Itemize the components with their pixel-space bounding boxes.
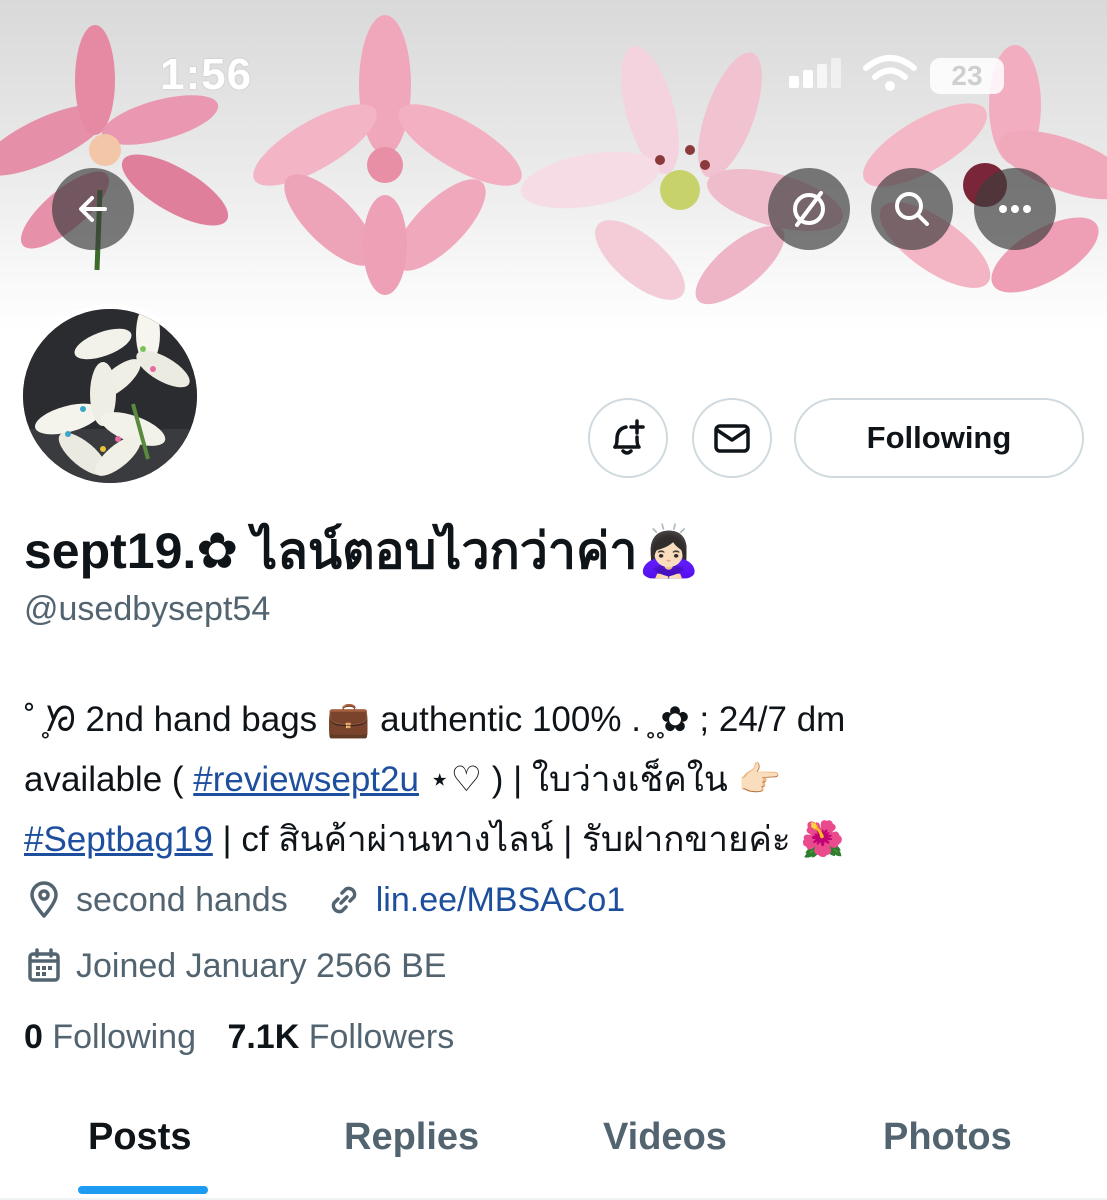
bio-text: available ( [24, 760, 194, 799]
status-bar: 1:56 23 [0, 0, 1107, 150]
followers-label: Followers [308, 1018, 455, 1056]
bio-line-1: ˚ ̥ᘞ 2nd hand bags 💼 authentic 100% . ̥ … [24, 700, 846, 739]
location-pin-icon [24, 880, 64, 920]
avatar[interactable] [18, 304, 202, 488]
grok-icon [793, 191, 825, 227]
active-tab-indicator [78, 1186, 208, 1194]
bio-line-2: available ( #reviewsept2u ⋆♡ ) | ใบว่างเ… [24, 750, 1084, 810]
profile-bio: ˚ ̥ᘞ 2nd hand bags 💼 authentic 100% . ̥ … [24, 690, 1084, 870]
profile-meta-location-website: second hands lin.ee/MBSACo1 [24, 878, 625, 922]
message-button[interactable] [692, 398, 772, 478]
hashtag-link-septbag19[interactable]: #Septbag19 [24, 820, 213, 859]
calendar-icon [24, 946, 64, 986]
hashtag-link-reviewsept2u[interactable]: #reviewsept2u [193, 760, 419, 799]
following-stat[interactable]: 0 Following [24, 1018, 196, 1056]
website-link[interactable]: lin.ee/MBSACo1 [376, 881, 625, 920]
battery-indicator: 23 [930, 58, 1004, 94]
envelope-icon [714, 424, 750, 453]
tab-photos[interactable]: Photos [883, 1116, 1012, 1159]
search-button[interactable] [871, 168, 953, 250]
follow-stats: 0 Following 7.1K Followers [24, 1018, 454, 1057]
tab-replies[interactable]: Replies [344, 1116, 479, 1159]
followers-stat[interactable]: 7.1K Followers [227, 1018, 454, 1056]
wifi-icon [863, 55, 917, 91]
avatar-lily-image [23, 309, 197, 483]
following-button[interactable]: Following [794, 398, 1084, 478]
back-button[interactable] [52, 168, 134, 250]
display-name: sept19.✿ ไลน์ตอบไวกว่าค่า🙇🏻‍♀️ [24, 523, 700, 579]
arrow-left-icon [79, 196, 107, 222]
grok-button[interactable] [768, 168, 850, 250]
tab-posts[interactable]: Posts [88, 1116, 191, 1159]
status-icons: 23 [780, 52, 1020, 100]
profile-banner[interactable]: 1:56 23 [0, 0, 1107, 330]
joined-date: Joined January 2566 BE [76, 946, 447, 985]
more-options-button[interactable] [974, 168, 1056, 250]
link-icon [324, 880, 364, 920]
more-dots-icon [999, 205, 1031, 213]
followers-count: 7.1K [227, 1018, 300, 1056]
cellular-signal-icon [789, 58, 841, 88]
status-time: 1:56 [160, 50, 253, 99]
search-icon [895, 192, 929, 226]
profile-meta-joined: Joined January 2566 BE [24, 944, 446, 988]
bio-text: ⋆♡ ) | ใบว่างเช็คใน 👉🏻 [418, 760, 782, 799]
notifications-subscribe-button[interactable] [588, 398, 668, 478]
bio-line-3: #Septbag19 | cf สินค้าผ่านทางไลน์ | รับฝ… [24, 810, 1084, 870]
location-text: second hands [76, 880, 288, 919]
following-count: 0 [24, 1018, 43, 1056]
bell-plus-icon [613, 419, 645, 455]
username-handle: @usedbysept54 [24, 590, 271, 628]
bio-text: | cf สินค้าผ่านทางไลน์ | รับฝากขายค่ะ 🌺 [212, 820, 845, 859]
tab-videos[interactable]: Videos [603, 1116, 727, 1159]
profile-tabs: Posts Replies Videos Photos [0, 1090, 1107, 1200]
following-label: Following [52, 1018, 196, 1056]
